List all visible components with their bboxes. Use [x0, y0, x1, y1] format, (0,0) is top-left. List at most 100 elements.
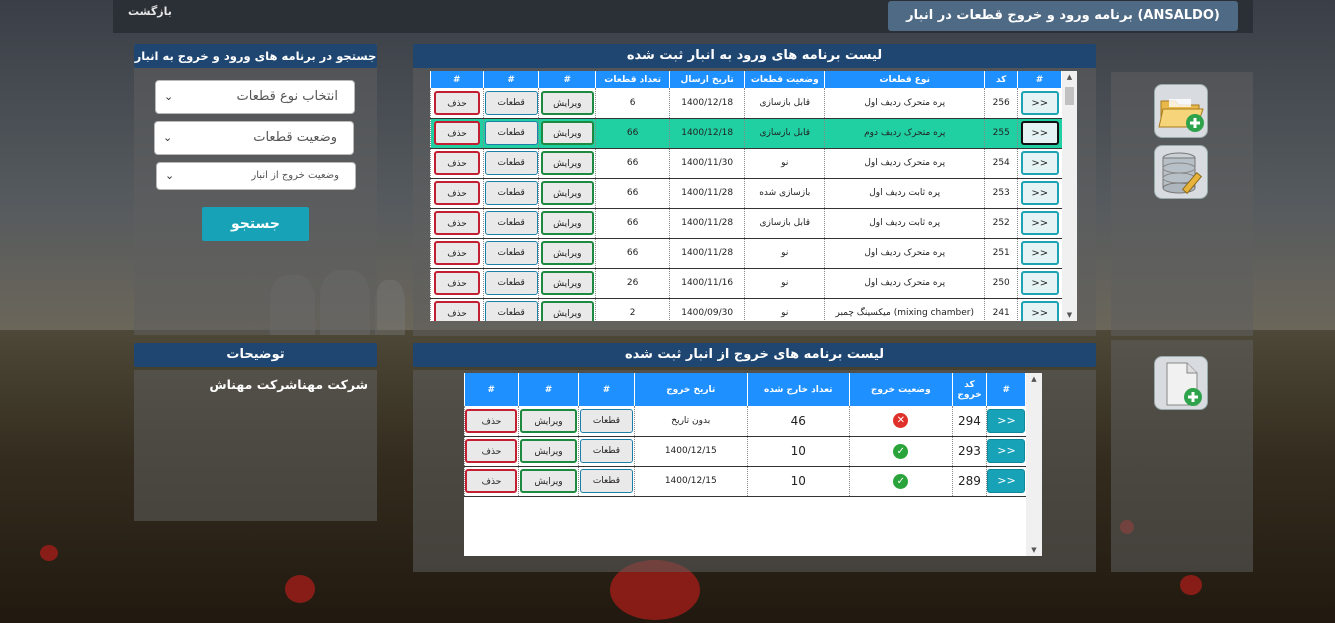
- cell: >>: [1017, 88, 1062, 119]
- edit-button[interactable]: ویرایش: [540, 90, 594, 115]
- code-cell: 250: [984, 268, 1018, 299]
- open-row-button[interactable]: >>: [1020, 121, 1059, 145]
- count-cell: 66: [595, 208, 670, 239]
- scroll-up-icon[interactable]: ▲: [1026, 375, 1042, 383]
- type-cell: پره متحرک ردیف دوم: [824, 118, 985, 149]
- parts-button[interactable]: قطعات: [484, 121, 538, 145]
- delete-button[interactable]: حذف: [434, 90, 481, 115]
- code-cell: 251: [984, 238, 1018, 269]
- code-cell: 294: [951, 406, 987, 437]
- delete-button[interactable]: حذف: [434, 301, 481, 321]
- cell: >>: [1017, 268, 1062, 299]
- edit-button[interactable]: ویرایش: [519, 439, 577, 463]
- edit-button[interactable]: ویرایش: [540, 301, 594, 321]
- date-cell: 1400/11/28: [668, 238, 745, 269]
- page-title: برنامه ورود و خروج قطعات در انبار (ANSAL…: [888, 1, 1238, 31]
- open-row-button[interactable]: >>: [1020, 151, 1059, 175]
- parts-button[interactable]: قطعات: [484, 181, 538, 205]
- exit-scrollbar[interactable]: ▲ ▼: [1026, 373, 1042, 556]
- entry-scrollbar[interactable]: ▲ ▼: [1062, 71, 1077, 321]
- code-cell: 254: [984, 148, 1018, 179]
- entry-list-header: لیست برنامه های ورود به انبار ثبت شده: [413, 44, 1096, 68]
- open-row-button[interactable]: >>: [987, 469, 1026, 493]
- parts-button[interactable]: قطعات: [484, 241, 538, 265]
- code-cell: 252: [984, 208, 1018, 239]
- cell: >>: [1017, 298, 1062, 321]
- parts-button[interactable]: قطعات: [579, 439, 633, 463]
- parts-button[interactable]: قطعات: [579, 469, 633, 493]
- open-row-button[interactable]: >>: [1020, 211, 1059, 235]
- parts-button[interactable]: قطعات: [579, 408, 633, 433]
- open-row-button[interactable]: >>: [1020, 90, 1059, 115]
- open-row-button[interactable]: >>: [987, 439, 1026, 463]
- parts-button[interactable]: قطعات: [484, 151, 538, 175]
- code-cell: 256: [984, 88, 1018, 119]
- cell: >>: [986, 466, 1026, 497]
- delete-button[interactable]: حذف: [434, 271, 481, 295]
- delete-button[interactable]: حذف: [434, 151, 481, 175]
- part-type-select[interactable]: ⌄ انتخاب نوع قطعات: [155, 80, 355, 114]
- edit-button[interactable]: ویرایش: [540, 211, 594, 235]
- column-header: #: [538, 71, 597, 88]
- parts-button[interactable]: قطعات: [484, 271, 538, 295]
- add-document-icon[interactable]: [1154, 356, 1208, 410]
- edit-button[interactable]: ویرایش: [540, 181, 594, 205]
- parts-button[interactable]: قطعات: [484, 211, 538, 235]
- scroll-down-icon[interactable]: ▼: [1026, 546, 1042, 554]
- open-row-button[interactable]: >>: [1020, 181, 1059, 205]
- search-button[interactable]: جستجو: [202, 207, 309, 241]
- open-row-button[interactable]: >>: [1020, 271, 1059, 295]
- status-cell: نو: [744, 238, 825, 269]
- cell: >>: [1017, 208, 1062, 239]
- part-status-select[interactable]: ⌄ وضعیت قطعات: [154, 121, 354, 155]
- delete-button[interactable]: حذف: [465, 439, 518, 463]
- date-cell: 1400/12/15: [633, 436, 748, 467]
- part-type-select-value: انتخاب نوع قطعات: [236, 89, 338, 104]
- exit-list-header: لیست برنامه های خروج از انبار ثبت شده: [413, 343, 1096, 367]
- cell: >>: [986, 406, 1026, 437]
- delete-button[interactable]: حذف: [434, 211, 481, 235]
- table-row: حذف قطعات ویرایش 66 1400/11/28 نو پره مت…: [430, 238, 1062, 269]
- open-row-button[interactable]: >>: [1020, 301, 1059, 321]
- add-folder-icon[interactable]: [1154, 84, 1208, 138]
- scrollbar-thumb[interactable]: [1065, 87, 1074, 105]
- cell: حذف: [430, 88, 484, 119]
- database-edit-icon[interactable]: [1154, 145, 1208, 199]
- cell: حذف: [430, 178, 484, 209]
- status-cell: نو: [744, 298, 825, 321]
- table-row: حذف ویرایش قطعات 1400/12/15 10 ✓ 293 >>: [464, 436, 1026, 467]
- delete-button[interactable]: حذف: [434, 241, 481, 265]
- scroll-up-icon[interactable]: ▲: [1062, 73, 1077, 81]
- cell: قطعات: [483, 178, 539, 209]
- delete-button[interactable]: حذف: [465, 408, 518, 433]
- poppy-flower: [40, 545, 58, 561]
- part-status-select-value: وضعیت قطعات: [253, 130, 337, 145]
- cell: قطعات: [483, 148, 539, 179]
- edit-button[interactable]: ویرایش: [540, 121, 594, 145]
- type-cell: پره ثابت ردیف اول: [824, 178, 985, 209]
- column-header: وضعیت قطعات: [744, 71, 826, 88]
- edit-button[interactable]: ویرایش: [540, 151, 594, 175]
- parts-button[interactable]: قطعات: [484, 90, 538, 115]
- table-row: حذف ویرایش قطعات بدون تاریخ 46 ✕ 294 >>: [464, 406, 1026, 437]
- delete-button[interactable]: حذف: [434, 181, 481, 205]
- scroll-down-icon[interactable]: ▼: [1062, 311, 1077, 319]
- cell: >>: [1017, 118, 1062, 149]
- edit-button[interactable]: ویرایش: [519, 408, 577, 433]
- cell: >>: [1017, 148, 1062, 179]
- column-header: #: [578, 373, 635, 406]
- column-header: وضعیت خروج: [849, 373, 953, 406]
- delete-button[interactable]: حذف: [465, 469, 518, 493]
- exit-status-select[interactable]: ⌄ وضعیت خروج از انبار: [156, 162, 356, 190]
- back-link[interactable]: بازگشت: [128, 5, 172, 18]
- open-row-button[interactable]: >>: [1020, 241, 1059, 265]
- edit-button[interactable]: ویرایش: [540, 271, 594, 295]
- parts-button[interactable]: قطعات: [484, 301, 538, 321]
- cell: حذف: [464, 436, 519, 467]
- column-header: کد: [984, 71, 1019, 88]
- delete-button[interactable]: حذف: [434, 121, 481, 145]
- open-row-button[interactable]: >>: [987, 408, 1026, 433]
- edit-button[interactable]: ویرایش: [540, 241, 594, 265]
- edit-button[interactable]: ویرایش: [519, 469, 577, 493]
- cell: قطعات: [577, 466, 635, 497]
